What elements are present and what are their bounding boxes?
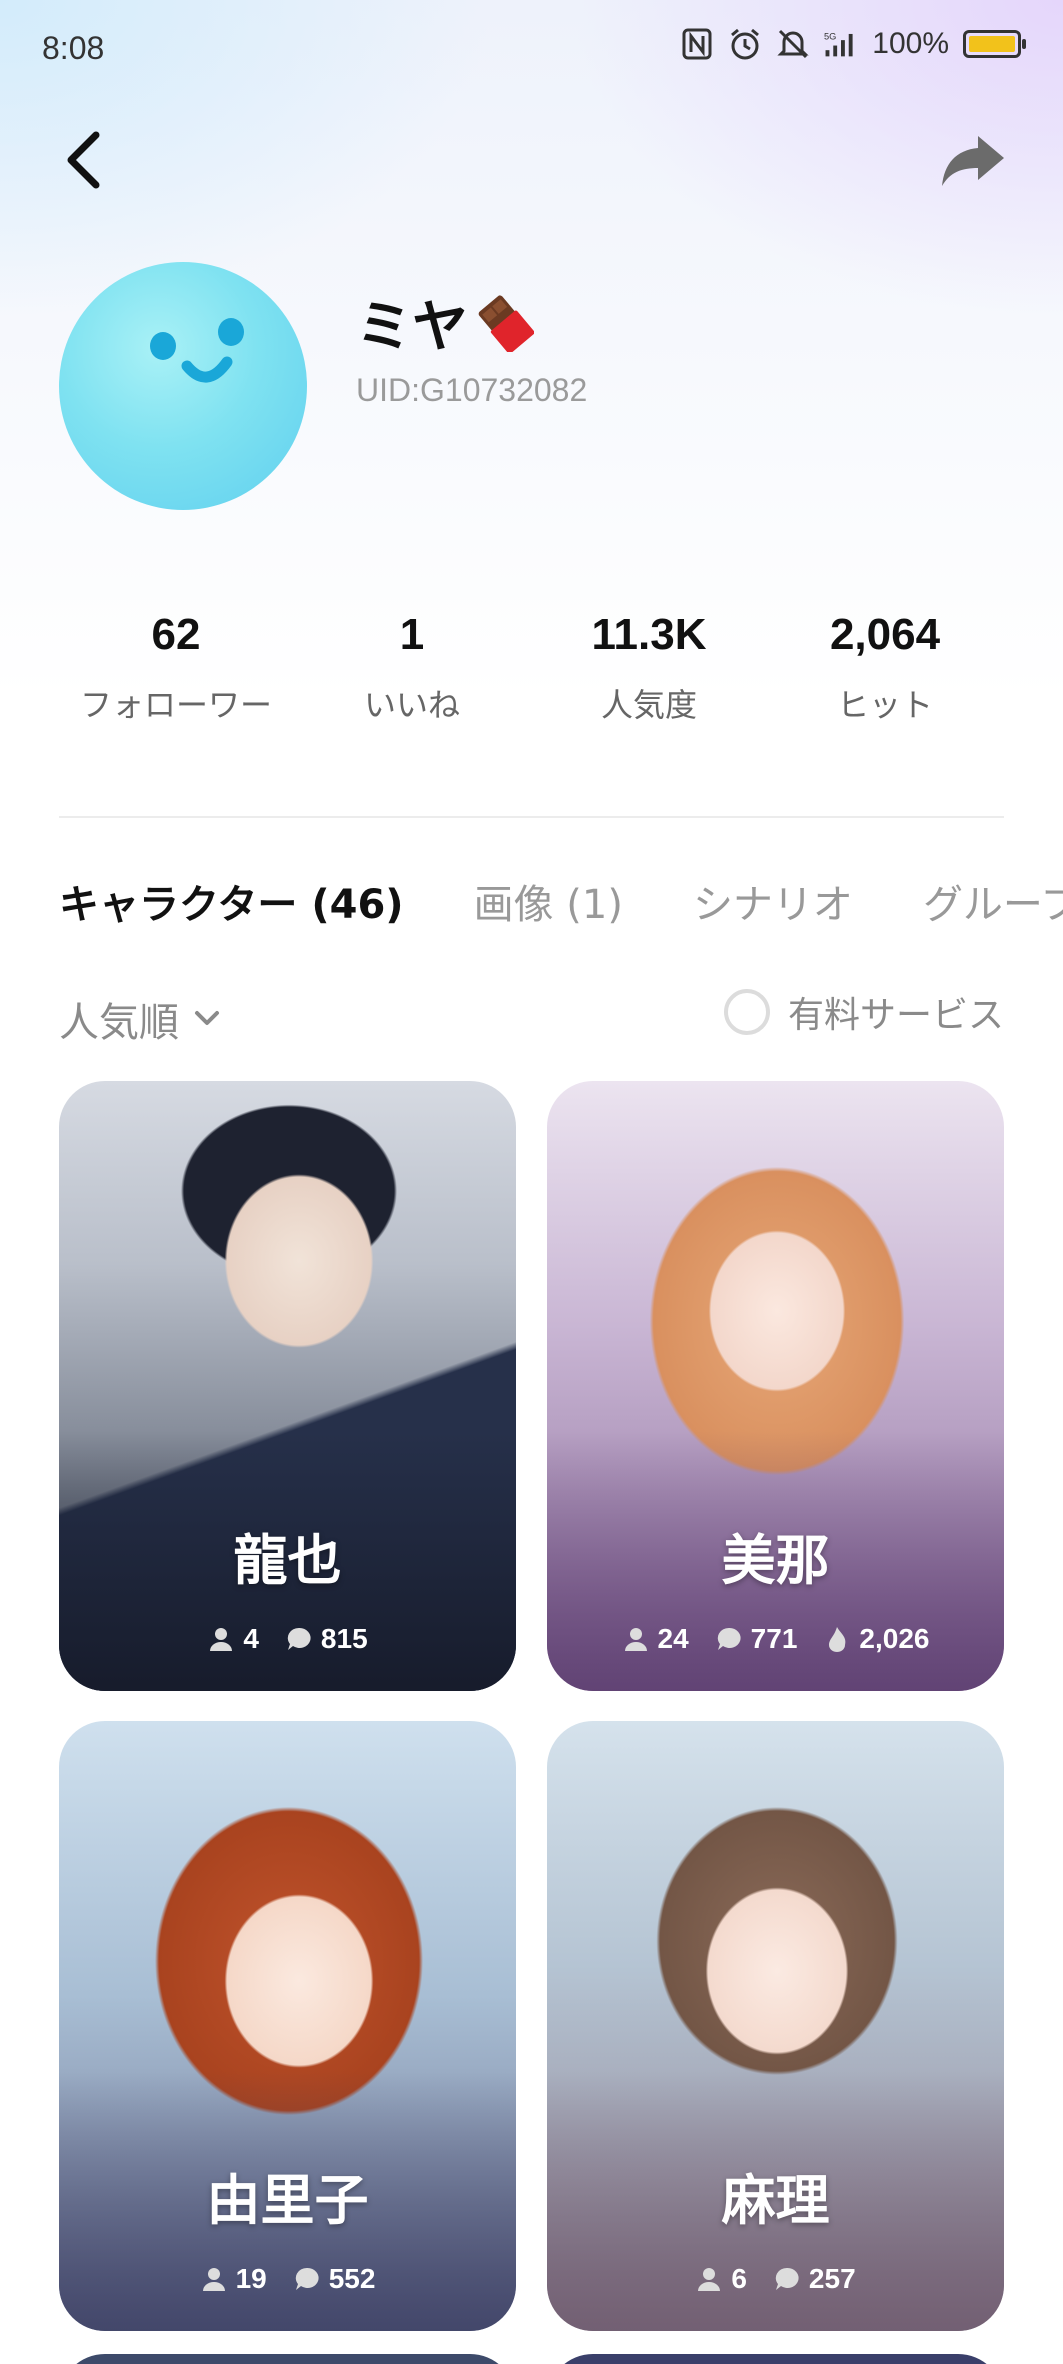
character-card-peek[interactable] <box>547 2354 1004 2364</box>
paid-filter-radio[interactable] <box>723 989 770 1035</box>
character-stats: 4 815 <box>59 1623 516 1655</box>
tab-characters[interactable]: キャラクター (46) <box>59 872 404 930</box>
sort-label: 人気順 <box>59 1000 179 1046</box>
character-card-peek[interactable] <box>59 2354 516 2364</box>
chat-icon <box>295 2267 319 2290</box>
stat-popularity: 11.3K 人気度 <box>549 610 749 726</box>
character-stats: 24 771 2,026 <box>547 1623 1004 1655</box>
chat-icon <box>775 2267 799 2290</box>
like-count: 2,026 <box>859 1623 930 1654</box>
stat-value: 1 <box>399 610 425 659</box>
battery-percent: 100% <box>872 27 949 60</box>
character-card[interactable]: 麻理 6 257 <box>547 1721 1004 2331</box>
signal-icon: 5G <box>824 26 858 62</box>
user-count: 4 <box>243 1623 259 1654</box>
user-count: 19 <box>235 2263 267 2294</box>
user-icon <box>202 2268 225 2291</box>
tab-scenarios[interactable]: シナリオ <box>693 872 853 930</box>
paid-filter[interactable]: 有料サービス <box>723 986 1004 1038</box>
character-stats: 19 552 <box>59 2263 516 2295</box>
nfc-icon <box>680 26 714 62</box>
share-button[interactable] <box>938 130 1008 190</box>
stat-hits: 2,064 ヒット <box>785 610 985 726</box>
character-card[interactable]: 龍也 4 815 <box>59 1081 516 1691</box>
divider <box>59 816 1004 818</box>
status-bar-icons: 5G 100% <box>680 26 1026 62</box>
stat-likes[interactable]: 1 いいね <box>312 610 512 726</box>
chevron-down-icon <box>195 1011 219 1025</box>
character-stats: 6 257 <box>547 2263 1004 2295</box>
user-name: ミヤ <box>356 282 534 363</box>
avatar[interactable] <box>59 262 307 510</box>
chat-count: 552 <box>328 2263 376 2294</box>
sort-dropdown[interactable]: 人気順 <box>59 990 221 1048</box>
stat-label: いいね <box>363 686 460 724</box>
stat-label: 人気度 <box>600 686 697 724</box>
status-time: 8:08 <box>42 30 105 66</box>
stat-value: 11.3K <box>591 610 707 659</box>
paid-filter-label: 有料サービス <box>787 995 1004 1036</box>
character-name: 龍也 <box>233 1529 342 1592</box>
chocolate-bar-icon <box>478 294 534 352</box>
flame-icon <box>829 1627 846 1652</box>
user-name-text: ミヤ <box>356 295 468 360</box>
chat-icon <box>717 1627 741 1650</box>
stat-value: 62 <box>151 610 201 659</box>
character-name: 由里子 <box>206 2169 369 2232</box>
stat-label: ヒット <box>836 686 933 724</box>
content-tabs: キャラクター (46) 画像 (1) シナリオ グループ <box>59 872 1063 930</box>
character-name: 麻理 <box>721 2169 830 2232</box>
back-arrow-icon <box>67 131 100 189</box>
user-icon <box>624 1628 647 1651</box>
tab-groups[interactable]: グループ <box>923 872 1063 930</box>
share-icon <box>942 136 1004 186</box>
user-icon <box>698 2268 721 2291</box>
mute-icon <box>776 26 810 62</box>
chat-count: 257 <box>808 2263 856 2294</box>
stat-label: フォローワー <box>79 686 272 724</box>
chat-icon <box>287 1627 311 1650</box>
user-icon <box>210 1628 233 1651</box>
character-card[interactable]: 美那 24 771 2,026 <box>547 1081 1004 1691</box>
smile-face-icon <box>150 318 244 383</box>
back-button[interactable] <box>56 125 116 195</box>
user-uid: UID:G10732082 <box>356 372 588 408</box>
battery-icon <box>963 30 1026 58</box>
chat-count: 815 <box>320 1623 368 1654</box>
alarm-icon <box>728 26 762 62</box>
character-card[interactable]: 由里子 19 552 <box>59 1721 516 2331</box>
chat-count: 771 <box>750 1623 798 1654</box>
svg-text:5G: 5G <box>824 31 836 41</box>
user-count: 6 <box>731 2263 747 2294</box>
tab-images[interactable]: 画像 (1) <box>474 872 623 930</box>
user-count: 24 <box>657 1623 689 1654</box>
character-name: 美那 <box>721 1529 830 1592</box>
stat-followers[interactable]: 62 フォローワー <box>76 610 276 726</box>
stat-value: 2,064 <box>829 610 941 659</box>
